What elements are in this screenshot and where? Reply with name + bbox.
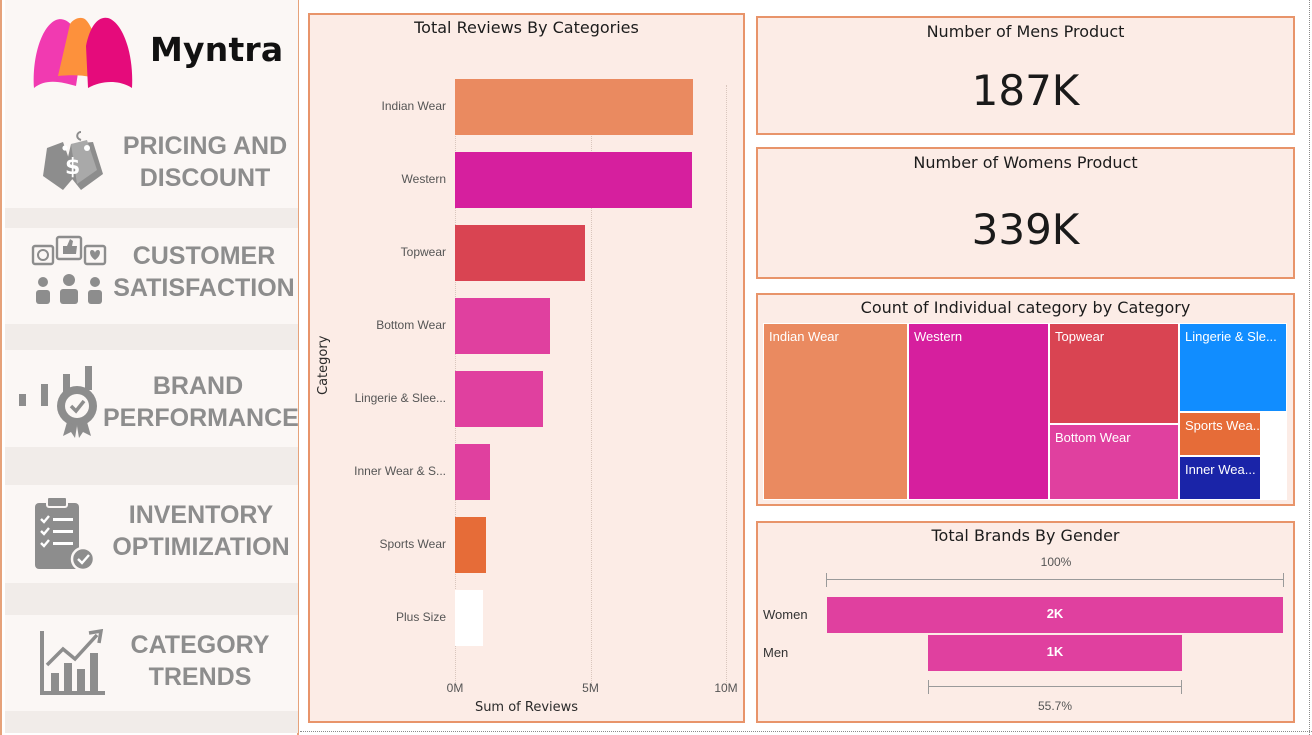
x-tick-label: 10M [714, 681, 738, 695]
brands-by-gender-panel: Total Brands By Gender 100% Women Men 2K… [756, 521, 1295, 723]
card-title: Number of Mens Product [926, 22, 1125, 41]
funnel-value-label: 2K [1046, 606, 1064, 621]
sidebar-divider [5, 583, 298, 615]
treemap-cell[interactable]: Topwear [1049, 323, 1179, 424]
bar[interactable] [455, 444, 491, 500]
nav-item-pricing-and-discount[interactable]: $ PRICING AND DISCOUNT [5, 112, 298, 208]
category-tick-label: Plus Size [395, 610, 446, 624]
bar[interactable] [455, 517, 487, 573]
bar[interactable] [455, 590, 484, 646]
bar-plot-area: 0M 5M 10M Indian Wear Western Topwear Bottom W… [310, 15, 743, 721]
card-title: Number of Womens Product [913, 153, 1138, 172]
page-border-right [1309, 0, 1310, 735]
clipboard-check-icon [35, 496, 95, 572]
nav-item-inventory-optimization[interactable]: INVENTORY OPTIMIZATION [5, 485, 298, 583]
mens-product-card: Number of Mens Product 187K [756, 16, 1295, 135]
treemap-cell[interactable]: Lingerie & Sle... [1179, 323, 1287, 412]
sidebar-divider [5, 324, 298, 350]
customer-feedback-icon [31, 235, 107, 304]
brand-award-icon [19, 366, 97, 438]
trend-chart-icon [40, 629, 105, 695]
x-tick-label: 5M [582, 681, 599, 695]
x-tick-label: 0M [446, 681, 464, 695]
sidebar-divider [5, 711, 298, 733]
womens-product-card: Number of Womens Product 339K [756, 147, 1295, 279]
nav-label: PRICING AND DISCOUNT [122, 132, 288, 192]
card-value: 187K [971, 66, 1080, 115]
treemap-cell-label: Western [914, 329, 963, 344]
nav-item-category-trends[interactable]: CATEGORY TRENDS [5, 615, 298, 711]
treemap-cell-label: Indian Wear [769, 329, 839, 344]
myntra-logo-icon [33, 17, 133, 89]
sidebar: Myntra $ PRICING AND DISCOUNT CUSTOMER S… [0, 0, 299, 735]
brand-name: Myntra [150, 30, 284, 69]
funnel-bar[interactable]: 1K [928, 635, 1182, 671]
bar[interactable] [455, 152, 693, 208]
category-tick-label: Lingerie & Slee... [354, 391, 446, 405]
treemap-cell-label: Topwear [1055, 329, 1105, 344]
sidebar-divider [5, 447, 298, 485]
category-tick-label: Western [401, 172, 446, 186]
card-value: 339K [971, 205, 1080, 254]
treemap-cell[interactable]: Indian Wear [763, 323, 908, 500]
nav-label: BRAND PERFORMANCE [103, 372, 299, 432]
funnel-bottom-bracket [928, 680, 1182, 694]
treemap-cell[interactable]: Bottom Wear [1049, 424, 1179, 500]
treemap-cell-label: Lingerie & Sle... [1185, 329, 1277, 344]
category-tick-label: Indian Wear [381, 99, 446, 113]
dashboard: Myntra $ PRICING AND DISCOUNT CUSTOMER S… [0, 0, 1312, 735]
treemap-cell[interactable]: Sports Wea... [1179, 412, 1261, 456]
svg-text:$: $ [65, 155, 80, 180]
nav-label: INVENTORY OPTIMIZATION [112, 501, 290, 561]
treemap-area: Indian Wear Western Topwear Bottom Wear Ling… [763, 323, 1287, 500]
bar[interactable] [455, 371, 544, 427]
nav-label: CATEGORY TRENDS [130, 631, 270, 691]
treemap-empty-cell [1261, 412, 1287, 500]
treemap-cell[interactable]: Inner Wea... [1179, 456, 1261, 500]
nav-label: CUSTOMER SATISFACTION [113, 242, 295, 302]
x-axis-title: Sum of Reviews [474, 700, 579, 715]
bar[interactable] [455, 79, 694, 135]
treemap-cell-label: Inner Wea... [1185, 462, 1256, 477]
reviews-by-category-panel: Total Reviews By Categories Category 0M 5… [308, 13, 745, 723]
category-treemap-panel: Count of Individual category by Category… [756, 293, 1295, 506]
sidebar-divider [5, 208, 298, 228]
category-tick-label: Inner Wear & S... [354, 464, 446, 478]
nav-item-brand-performance[interactable]: BRAND PERFORMANCE [5, 350, 299, 447]
funnel-bottom-percent: 55.7% [1037, 699, 1073, 713]
x-gridline [726, 85, 727, 685]
treemap-cell[interactable]: Western [908, 323, 1049, 500]
nav-item-customer-satisfaction[interactable]: CUSTOMER SATISFACTION [5, 228, 298, 324]
funnel-value-label: 1K [1046, 644, 1064, 659]
category-tick-label: Sports Wear [379, 537, 446, 551]
category-tick-label: Topwear [400, 245, 446, 259]
bar[interactable] [455, 225, 586, 281]
page-border-bottom [300, 731, 1312, 732]
category-tick-label: Bottom Wear [376, 318, 446, 332]
chart-title: Count of Individual category by Category [860, 298, 1191, 317]
treemap-cell-label: Bottom Wear [1055, 430, 1131, 445]
bar[interactable] [455, 298, 550, 354]
treemap-cell-label: Sports Wea... [1185, 418, 1259, 433]
price-tag-icon: $ [43, 131, 103, 190]
funnel-bar[interactable]: 2K [827, 597, 1283, 633]
